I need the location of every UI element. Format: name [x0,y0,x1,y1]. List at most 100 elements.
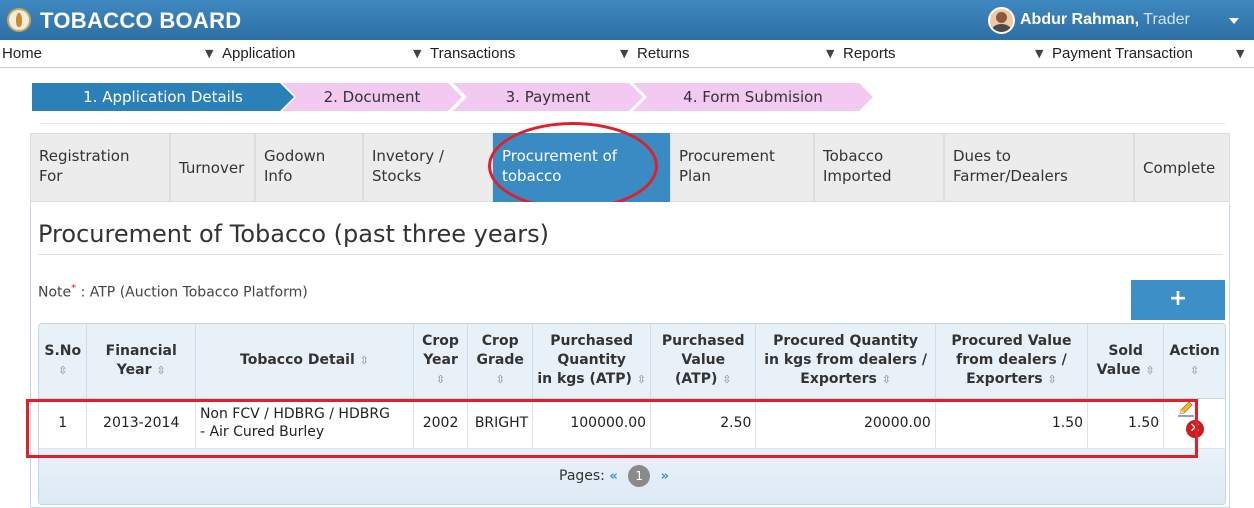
col-label: Exporters [966,371,1043,388]
tab-turnover[interactable]: Turnover [170,133,255,202]
tobacco-board-logo-icon [7,8,31,32]
col-tobacco-detail[interactable]: Tobacco Detail ⇳ [195,324,414,399]
col-label: Quantity [557,352,626,369]
tab-label: Stocks [372,167,422,185]
tab-label: Imported [823,167,892,185]
user-avatar[interactable] [988,7,1015,34]
pagination: Pages: « 1 » [559,465,669,487]
tab-label: Farmer/Dealers [953,167,1068,185]
sort-icon[interactable]: ⇳ [722,373,731,386]
sort-icon[interactable]: ⇳ [1145,364,1154,377]
next-page-icon[interactable]: » [661,469,669,484]
annotation-oval-highlight [488,122,658,210]
user-menu-caret-icon[interactable] [1229,18,1239,24]
table-header-row: S.No ⇳ Financial Year ⇳ Tobacco Detail ⇳… [39,324,1225,399]
wizard-step-document[interactable]: 2. Document [282,83,462,111]
col-label: in kgs from dealers / [764,352,927,369]
tab-label: Invetory / [372,147,444,165]
wizard-step-form-submission[interactable]: 4. Form Submision [633,83,873,111]
tab-complete[interactable]: Complete [1134,133,1230,202]
col-label: Exporters [800,371,877,388]
col-purchased-quantity-atp[interactable]: Purchased Quantity in kgs (ATP) ⇳ [532,324,652,399]
sort-icon[interactable]: ⇳ [496,373,505,386]
note-text: Note* : ATP (Auction Tobacco Platform) [38,283,308,301]
divider [38,254,1223,255]
tab-procurement-plan[interactable]: Procurement Plan [670,133,814,202]
page-number-1[interactable]: 1 [628,465,651,487]
tab-label: For [39,167,63,185]
top-bar: TOBACCO BOARD Abdur Rahman, Trader [0,0,1254,40]
add-button[interactable]: + [1131,280,1225,320]
menu-reports[interactable]: Reports [843,40,896,68]
tab-inventory-stocks[interactable]: Invetory / Stocks [363,133,493,202]
note-label: Note [38,284,72,301]
user-menu[interactable]: Abdur Rahman, Trader [1020,11,1190,29]
tab-label: Plan [679,167,711,185]
col-label: Grade [476,352,524,369]
user-name: Abdur Rahman, [1020,11,1140,28]
sort-icon[interactable]: ⇳ [1168,361,1221,380]
sort-icon[interactable]: ⇳ [156,364,165,377]
col-sold-value[interactable]: Sold Value ⇳ [1087,324,1165,399]
tab-label: Godown [264,147,326,165]
sort-icon[interactable]: ⇳ [360,354,369,367]
col-label: Purchased [550,333,633,350]
col-label: Sold [1108,342,1143,359]
brand-title: TOBACCO BOARD [40,8,242,33]
tab-label: Registration [39,147,130,165]
col-label: Year [116,361,152,378]
tab-dues-to-farmer-dealers[interactable]: Dues to Farmer/Dealers [944,133,1134,202]
menu-home[interactable]: Home [2,40,42,68]
tab-tobacco-imported[interactable]: Tobacco Imported [814,133,944,202]
menu-payment-transaction[interactable]: Payment Transaction [1052,40,1193,68]
col-crop-grade[interactable]: Crop Grade ⇳ [467,324,534,399]
tab-label: Procurement [679,147,775,165]
menu-application[interactable]: Application [222,40,295,68]
col-purchased-value-atp[interactable]: Purchased Value (ATP) ⇳ [650,324,757,399]
col-crop-year[interactable]: Crop Year ⇳ [413,324,469,399]
sort-icon[interactable]: ⇳ [436,373,445,386]
wizard-step-payment[interactable]: 3. Payment [453,83,643,111]
col-label: S.No [44,342,82,359]
chevron-down-icon[interactable]: ▼ [620,40,628,68]
annotation-row-highlight [26,399,1198,458]
col-label: Value [681,352,726,369]
col-label: Value [1096,361,1141,378]
sort-icon[interactable]: ⇳ [882,373,891,386]
sort-icon[interactable]: ⇳ [1048,373,1057,386]
sort-icon[interactable]: ⇳ [43,361,82,380]
col-label: Financial [105,342,177,359]
menu-transactions[interactable]: Transactions [430,40,515,68]
col-label: from dealers / [956,352,1067,369]
wizard-step-application-details[interactable]: 1. Application Details [32,83,294,111]
tab-label: Tobacco [823,147,884,165]
col-label: in kgs (ATP) [537,371,632,388]
tab-registration-for[interactable]: Registration For [30,133,170,202]
chevron-down-icon[interactable]: ▼ [1236,40,1244,68]
col-financial-year[interactable]: Financial Year ⇳ [86,324,196,399]
tab-label: Info [264,167,293,185]
col-label: Crop [422,333,459,350]
user-role: Trader [1139,11,1190,28]
col-procured-value-dealers[interactable]: Procured Value from dealers / Exporters … [935,324,1089,399]
col-label: Crop [481,333,519,350]
tab-godown-info[interactable]: Godown Info [255,133,363,202]
chevron-down-icon[interactable]: ▼ [413,40,421,68]
menu-returns[interactable]: Returns [637,40,690,68]
col-procured-quantity-dealers[interactable]: Procured Quantity in kgs from dealers / … [755,324,936,399]
tab-label: Turnover [179,159,245,177]
main-menu: Home ▼ Application ▼ Transactions ▼ Retu… [0,40,1254,68]
chevron-down-icon[interactable]: ▼ [205,40,213,68]
chevron-down-icon[interactable]: ▼ [826,40,834,68]
chevron-down-icon[interactable]: ▼ [1035,40,1043,68]
page-title: Procurement of Tobacco (past three years… [38,220,550,248]
col-label: Procured Value [951,333,1072,350]
col-label: (ATP) [675,371,718,388]
note-body: : ATP (Auction Tobacco Platform) [76,284,308,301]
divider [40,123,1225,124]
prev-page-icon[interactable]: « [609,469,617,484]
pages-label: Pages: [559,468,605,484]
col-action: Action ⇳ [1163,324,1225,399]
col-sno[interactable]: S.No ⇳ [39,324,88,399]
sort-icon[interactable]: ⇳ [637,373,646,386]
